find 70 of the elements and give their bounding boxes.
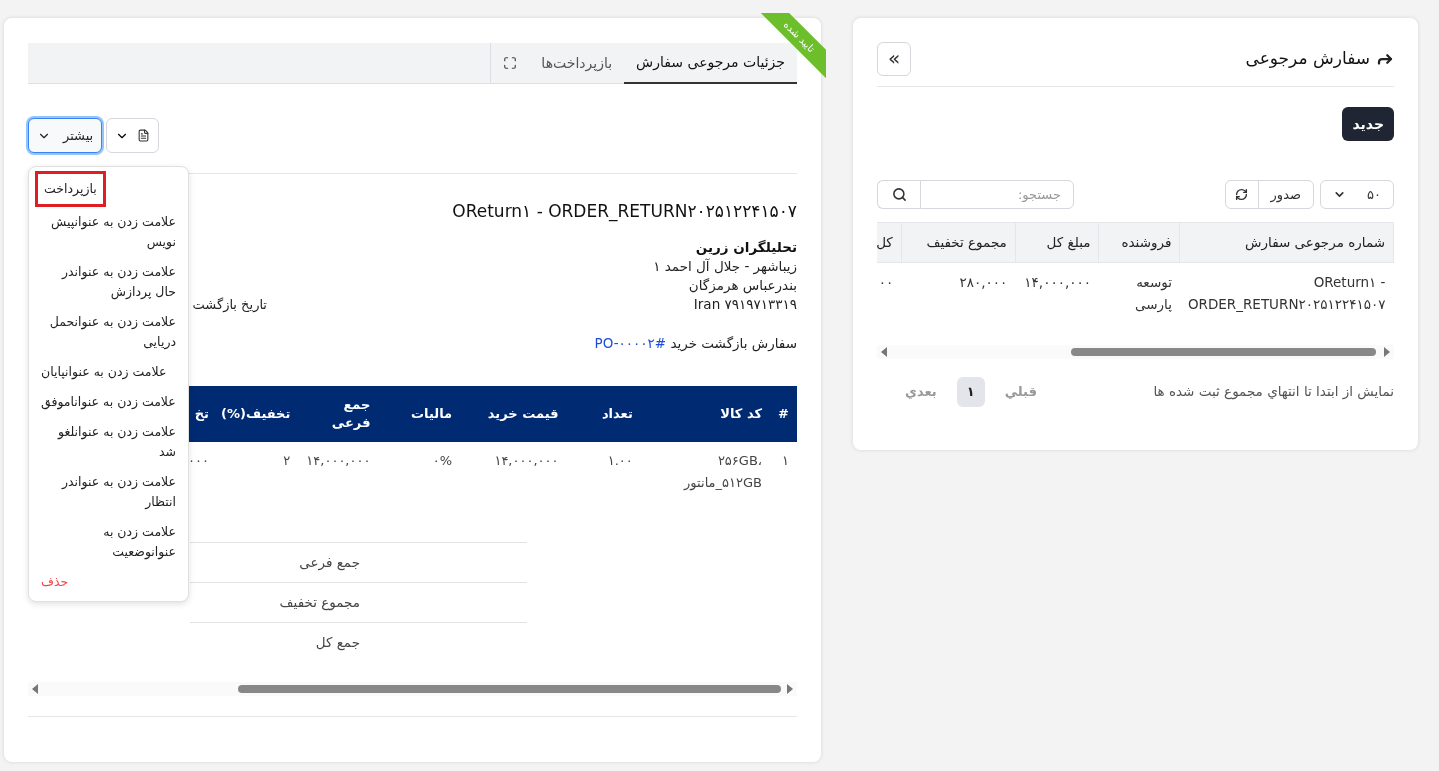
column-header: تخ bbox=[194, 406, 209, 421]
table-cell: OReturn۱ - ORDER_RETURN۲۰۲۵۱۲۲۴۱۵۰۷ bbox=[1179, 262, 1394, 345]
table-cell: ۱۴,۰۰۰,۰۰۰ bbox=[460, 441, 567, 512]
menu-item[interactable]: علامت زدن به عنوانپایان bbox=[35, 357, 173, 387]
column-header[interactable]: مبلغ کل bbox=[1015, 222, 1099, 263]
column-header[interactable]: شماره مرجوعی سفارش bbox=[1179, 222, 1394, 263]
menu-item[interactable]: بازپرداخت bbox=[35, 171, 106, 207]
new-button[interactable]: جدید bbox=[1342, 107, 1394, 141]
table-cell: ۱ bbox=[770, 441, 797, 512]
menu-item[interactable]: علامت زدن به عنواندر حال پردازش bbox=[35, 257, 182, 307]
collapse-button[interactable]: » bbox=[877, 42, 911, 76]
pdf-file-icon bbox=[137, 129, 151, 142]
table-cell: ۲۵۶GB، ۵۱۲GB_مانتور bbox=[640, 441, 770, 512]
tab[interactable]: جزئیات مرجوعی سفارش bbox=[624, 43, 797, 84]
scrollbar-thumb[interactable] bbox=[238, 684, 781, 693]
column-header: # bbox=[770, 385, 797, 442]
company-name: تحلیلگران زرین bbox=[695, 237, 797, 257]
table-cell: ۱.۰۰ bbox=[566, 441, 641, 512]
scroll-right-icon[interactable] bbox=[787, 683, 793, 694]
more-button[interactable]: بیشتر bbox=[28, 118, 103, 153]
table-cell: توسعه پارسی bbox=[1098, 262, 1180, 345]
table-cell: ۰۰۰ bbox=[877, 262, 902, 345]
search-icon bbox=[891, 187, 907, 202]
document-title: OReturn۱ - ORDER_RETURN۲۰۲۵۱۲۲۴۱۵۰۷ bbox=[452, 200, 797, 224]
horizontal-scrollbar[interactable] bbox=[28, 681, 797, 696]
page-size-select[interactable]: ۵۰ bbox=[1320, 180, 1394, 209]
totals-label: جمع کل bbox=[315, 633, 360, 653]
table-cell: ۰% bbox=[378, 441, 461, 512]
address-line: Iran ۷۹۱۹۷۱۳۳۱۹ bbox=[693, 294, 797, 314]
table-cell: ۱۴,۰۰۰,۰۰۰ bbox=[298, 441, 379, 512]
column-header: کد کالا bbox=[640, 385, 770, 442]
search-field[interactable]: جستجو: bbox=[920, 180, 1074, 209]
search-button[interactable] bbox=[877, 180, 920, 209]
scroll-left-icon[interactable] bbox=[881, 346, 887, 357]
menu-item[interactable]: علامت زدن به عنواناموفق bbox=[35, 387, 182, 417]
refresh-icon bbox=[1235, 188, 1249, 201]
column-header: مالیات bbox=[378, 385, 461, 442]
column-header[interactable]: کل bbox=[877, 222, 902, 263]
menu-item[interactable]: علامت زدن به عنوانپیش نویس bbox=[35, 207, 182, 257]
column-header[interactable]: فروشنده bbox=[1098, 222, 1180, 263]
table-cell: ۲ bbox=[213, 441, 299, 512]
fullscreen-icon bbox=[503, 56, 518, 70]
table-cell: ۲۸۰,۰۰۰ bbox=[901, 262, 1016, 345]
pdf-export-button[interactable] bbox=[106, 118, 160, 153]
menu-item[interactable]: علامت زدن به عنوانلغو شد bbox=[35, 417, 182, 467]
scroll-left-icon[interactable] bbox=[32, 683, 38, 694]
table-cell: ۱۴,۰۰۰,۰۰۰ bbox=[1015, 262, 1099, 345]
totals-label: مجموع تخفیف bbox=[279, 593, 360, 613]
menu-item[interactable]: علامت زدن به عنواندر انتظار bbox=[35, 467, 182, 517]
horizontal-scrollbar[interactable] bbox=[877, 344, 1394, 359]
table-cell: ۰۰۰ bbox=[188, 452, 209, 468]
return-date-label: تاریخ بازگشت bbox=[192, 295, 267, 314]
totals-label: جمع فرعی bbox=[299, 553, 360, 573]
scrollbar-thumb[interactable] bbox=[1071, 347, 1376, 356]
column-header: تعداد bbox=[566, 385, 641, 442]
column-header: جمع فرعی bbox=[298, 385, 379, 442]
menu-item[interactable]: علامت زدن به عنوانوضعیت bbox=[35, 517, 182, 567]
address-line: بندرعباس هرمزگان bbox=[688, 275, 797, 295]
page-button[interactable]: ۱ bbox=[956, 376, 985, 407]
address-line: زیباشهر - جلال آل احمد ۱ bbox=[653, 256, 797, 276]
records-summary: نمایش از ابتدا تا انتهاي مجموع ثبت شده ها bbox=[1153, 382, 1394, 402]
panel-title: سفارش مرجوعی bbox=[1245, 47, 1370, 71]
column-header: تخفیف(%) bbox=[213, 385, 299, 442]
tab[interactable]: بازپرداخت‌ها bbox=[529, 43, 625, 84]
scroll-right-icon[interactable] bbox=[1384, 346, 1390, 357]
purchase-order-link[interactable]: #PO-۰۰۰۰۲ bbox=[594, 334, 667, 351]
menu-item[interactable]: علامت زدن به عنوانحمل دریایی bbox=[35, 307, 182, 357]
menu-item[interactable]: حذف bbox=[35, 567, 75, 597]
column-header[interactable]: مجموع تخفیف bbox=[901, 222, 1016, 263]
column-header: قیمت خرید bbox=[460, 385, 567, 442]
